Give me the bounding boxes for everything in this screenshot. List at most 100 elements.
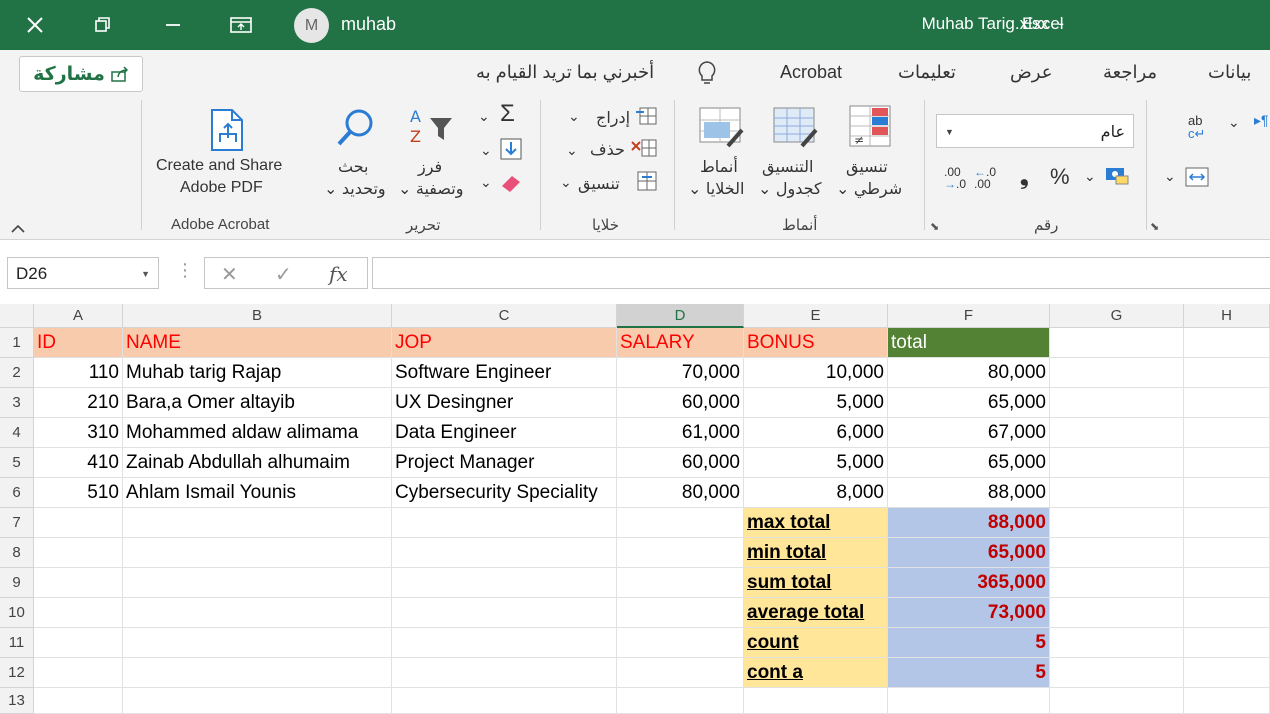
cell[interactable] <box>1050 388 1184 418</box>
cell[interactable] <box>34 568 123 598</box>
column-header-G[interactable]: G <box>1050 304 1184 328</box>
cell[interactable] <box>34 628 123 658</box>
row-header[interactable]: 3 <box>0 388 34 418</box>
cell-salary[interactable]: 70,000 <box>617 358 744 388</box>
close-icon[interactable] <box>10 0 60 50</box>
more-options-icon[interactable]: ⋮ <box>176 260 194 281</box>
header-cell-job[interactable]: JOP <box>392 328 617 358</box>
ribbon-display-icon[interactable] <box>216 0 266 50</box>
cell[interactable] <box>123 538 392 568</box>
row-header[interactable]: 13 <box>0 688 34 714</box>
cell[interactable] <box>34 688 123 714</box>
cell[interactable] <box>1050 568 1184 598</box>
cell[interactable] <box>1184 358 1270 388</box>
avatar[interactable]: M <box>294 8 329 43</box>
user-name[interactable]: muhab <box>341 14 396 35</box>
cell[interactable] <box>617 568 744 598</box>
format-label[interactable]: تنسيق <box>578 174 620 194</box>
delete-dropdown[interactable]: ⌄ <box>566 142 578 159</box>
stat-label[interactable]: count <box>744 628 888 658</box>
stat-value[interactable]: 5 <box>888 628 1050 658</box>
cell[interactable] <box>888 688 1050 714</box>
cell-bonus[interactable]: 5,000 <box>744 388 888 418</box>
stat-value[interactable]: 365,000 <box>888 568 1050 598</box>
cell-styles-label-1[interactable]: أنماط <box>700 157 738 177</box>
tab-help[interactable]: تعليمات <box>898 62 956 83</box>
column-header-C[interactable]: C <box>392 304 617 328</box>
cell-total[interactable]: 88,000 <box>888 478 1050 508</box>
cell[interactable] <box>392 598 617 628</box>
cell[interactable] <box>1050 688 1184 714</box>
tab-view[interactable]: عرض <box>1010 62 1052 83</box>
cell[interactable] <box>1050 448 1184 478</box>
cell-bonus[interactable]: 8,000 <box>744 478 888 508</box>
header-cell-id[interactable]: ID <box>34 328 123 358</box>
dialog-launcher-icon[interactable]: ⬊ <box>1150 220 1159 233</box>
cell[interactable] <box>123 568 392 598</box>
column-header-A[interactable]: A <box>34 304 123 328</box>
cell[interactable] <box>1184 388 1270 418</box>
stat-label[interactable]: average total <box>744 598 888 628</box>
cell[interactable] <box>34 508 123 538</box>
cell-id[interactable]: 510 <box>34 478 123 508</box>
number-format-select[interactable]: عام ▼ <box>936 114 1134 148</box>
cell[interactable] <box>1184 628 1270 658</box>
name-box[interactable]: D26 ▼ <box>7 257 159 289</box>
cell-job[interactable]: Software Engineer <box>392 358 617 388</box>
row-header[interactable]: 1 <box>0 328 34 358</box>
cell[interactable] <box>123 508 392 538</box>
row-header[interactable]: 9 <box>0 568 34 598</box>
text-direction-icon[interactable]: ▸¶ <box>1254 112 1269 129</box>
insert-function-icon[interactable]: fx <box>329 262 348 286</box>
stat-label[interactable]: min total <box>744 538 888 568</box>
cell[interactable] <box>617 598 744 628</box>
increase-decimal-icon[interactable]: ←.0.00 <box>974 166 996 190</box>
enter-icon[interactable]: ✓ <box>275 262 292 287</box>
cell-salary[interactable]: 80,000 <box>617 478 744 508</box>
comma-style-icon[interactable]: ❟ <box>1020 164 1029 190</box>
header-cell-salary[interactable]: SALARY <box>617 328 744 358</box>
decrease-decimal-icon[interactable]: .00 →.0 <box>944 166 966 190</box>
tab-acrobat[interactable]: Acrobat <box>780 62 842 83</box>
eraser-icon[interactable] <box>498 172 522 192</box>
cell[interactable] <box>1184 418 1270 448</box>
tab-data[interactable]: بيانات <box>1208 62 1251 83</box>
stat-label[interactable]: cont a <box>744 658 888 688</box>
autosum-dropdown[interactable]: ⌄ <box>478 108 490 125</box>
cell[interactable] <box>617 628 744 658</box>
insert-label[interactable]: إدراج <box>596 108 630 128</box>
cell-id[interactable]: 210 <box>34 388 123 418</box>
cell[interactable] <box>1184 538 1270 568</box>
cell-total[interactable]: 65,000 <box>888 448 1050 478</box>
cell-name[interactable]: Ahlam Ismail Younis <box>123 478 392 508</box>
cell-styles-label-2[interactable]: ⌄ الخلايا <box>688 179 744 199</box>
row-header[interactable]: 2 <box>0 358 34 388</box>
cell-name[interactable]: Zainab Abdullah alhumaim <box>123 448 392 478</box>
format-cells-icon[interactable] <box>636 170 658 192</box>
merge-center-icon[interactable] <box>1184 166 1210 188</box>
cell[interactable] <box>34 598 123 628</box>
column-header-E[interactable]: E <box>744 304 888 328</box>
cell[interactable] <box>392 508 617 538</box>
sort-label-1[interactable]: فرز <box>418 157 442 177</box>
cell-styles-icon[interactable] <box>698 106 744 150</box>
row-header[interactable]: 11 <box>0 628 34 658</box>
cell-bonus[interactable]: 5,000 <box>744 448 888 478</box>
cell-name[interactable]: Mohammed aldaw alimama <box>123 418 392 448</box>
search-icon[interactable] <box>336 108 378 150</box>
cell[interactable] <box>1184 478 1270 508</box>
cell[interactable] <box>1050 328 1184 358</box>
cell[interactable] <box>1184 688 1270 714</box>
create-pdf-line1[interactable]: Create and Share <box>156 157 282 175</box>
cell[interactable] <box>1184 658 1270 688</box>
create-pdf-icon[interactable] <box>208 108 250 152</box>
autosum-icon[interactable]: Σ <box>500 100 515 128</box>
cell-job[interactable]: Cybersecurity Speciality <box>392 478 617 508</box>
conditional-formatting-icon[interactable]: ≠ <box>848 104 894 150</box>
row-header[interactable]: 12 <box>0 658 34 688</box>
cell[interactable] <box>617 688 744 714</box>
cell-total[interactable]: 80,000 <box>888 358 1050 388</box>
currency-icon[interactable] <box>1104 166 1130 186</box>
select-all-corner[interactable] <box>0 304 34 328</box>
share-button[interactable]: مشاركة <box>19 56 143 92</box>
